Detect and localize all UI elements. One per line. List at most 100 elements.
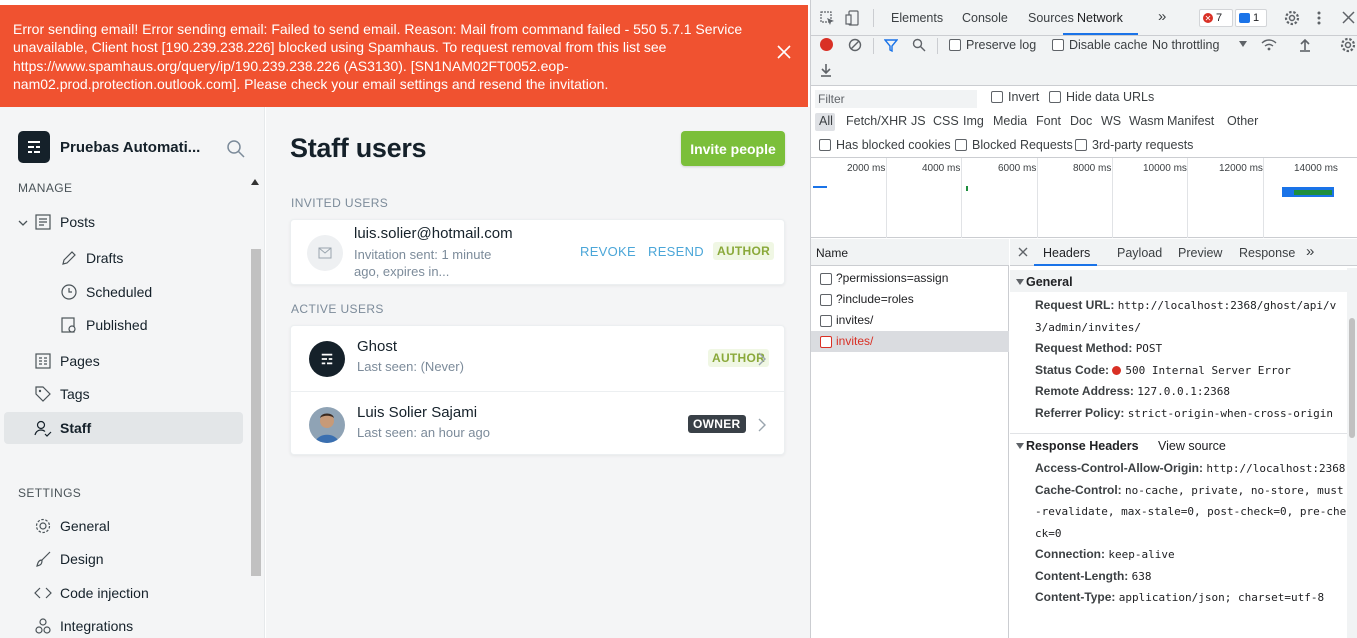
sidebar-item-general[interactable]: General [34, 510, 110, 542]
sidebar-item-tags[interactable]: Tags [34, 378, 90, 410]
type-filter-manifest[interactable]: Manifest [1167, 114, 1214, 128]
tab-elements[interactable]: Elements [891, 11, 943, 25]
disable-cache-checkbox[interactable] [1052, 39, 1064, 51]
preserve-log-checkbox[interactable] [949, 39, 961, 51]
dropdown-arrow-icon[interactable] [1239, 41, 1247, 47]
type-filter-media[interactable]: Media [993, 114, 1027, 128]
invite-people-button[interactable]: Invite people [681, 131, 785, 166]
pencil-icon [60, 249, 78, 267]
settings-gear-icon[interactable] [1284, 10, 1300, 26]
scrollbar-thumb[interactable] [1349, 318, 1355, 438]
tab-headers[interactable]: Headers [1043, 246, 1090, 260]
ghost-admin: Error sending email! Error sending email… [0, 0, 810, 638]
revoke-link[interactable]: REVOKE [580, 244, 636, 259]
filter-input[interactable]: Filter [815, 90, 977, 108]
view-source-link[interactable]: View source [1158, 439, 1226, 453]
type-filter-other[interactable]: Other [1227, 114, 1258, 128]
name-column-header[interactable]: Name [811, 239, 1009, 266]
error-count-badge[interactable]: ✕ 7 [1199, 9, 1233, 27]
filter-icon[interactable] [884, 39, 898, 52]
sidebar-item-published[interactable]: Published [60, 309, 148, 341]
sidebar-item-pages[interactable]: Pages [34, 345, 100, 377]
chevron-right-icon [758, 352, 766, 366]
device-toolbar-icon[interactable] [845, 10, 860, 26]
header-row: Remote Address: 127.0.0.1:2368 [1035, 381, 1347, 403]
tab-payload[interactable]: Payload [1117, 246, 1162, 260]
header-row: Referrer Policy: strict-origin-when-cros… [1035, 403, 1347, 425]
more-tabs-icon[interactable]: » [1158, 8, 1166, 25]
search-icon[interactable] [912, 38, 926, 52]
tab-response[interactable]: Response [1239, 246, 1295, 260]
integrations-icon [34, 617, 52, 635]
hide-data-urls-checkbox[interactable] [1049, 91, 1061, 103]
download-icon[interactable] [820, 63, 832, 77]
type-filter-ws[interactable]: WS [1101, 114, 1121, 128]
type-filter-all[interactable]: All [819, 114, 833, 128]
type-filter-font[interactable]: Font [1036, 114, 1061, 128]
response-headers-section-header[interactable]: Response Headers View source [1010, 433, 1357, 455]
blocked-requests-checkbox[interactable] [955, 139, 967, 151]
request-row-selected[interactable]: invites/ [811, 331, 1009, 352]
invert-checkbox[interactable] [991, 91, 1003, 103]
request-row[interactable]: invites/ [811, 310, 1009, 331]
type-filter-img[interactable]: Img [963, 114, 984, 128]
general-section-header[interactable]: General [1010, 270, 1357, 292]
scrollbar-thumb[interactable] [251, 249, 261, 576]
throttling-select[interactable]: No throttling [1152, 38, 1219, 52]
more-tabs-icon[interactable]: » [1306, 243, 1314, 260]
network-toolbar: Preserve log Disable cache No throttling [811, 36, 1357, 86]
inspect-element-icon[interactable] [820, 11, 835, 26]
site-brand[interactable]: Pruebas Automati... [18, 131, 200, 163]
user-row-ghost[interactable]: Ghost Last seen: (Never) AUTHOR [291, 326, 784, 392]
sidebar-item-staff[interactable]: Staff [34, 412, 91, 444]
sidebar-item-integrations[interactable]: Integrations [34, 610, 133, 638]
record-button[interactable] [820, 38, 833, 51]
type-filter-js[interactable]: JS [911, 114, 926, 128]
more-options-icon[interactable] [1316, 10, 1322, 26]
header-value: http://localhost:2368 [1206, 462, 1346, 475]
message-count: 1 [1253, 12, 1260, 24]
close-devtools-icon[interactable] [1342, 11, 1355, 24]
sidebar-item-design[interactable]: Design [34, 543, 104, 575]
sidebar-item-drafts[interactable]: Drafts [60, 242, 123, 274]
request-row[interactable]: ?permissions=assign [811, 268, 1009, 289]
header-key: Content-Length: [1035, 568, 1129, 583]
upload-icon[interactable] [1299, 38, 1311, 52]
request-row[interactable]: ?include=roles [811, 289, 1009, 310]
header-key: Status Code: [1035, 362, 1110, 377]
tab-preview[interactable]: Preview [1178, 246, 1222, 260]
devtools-tab-bar: Elements Console Sources Network » ✕ 7 1 [811, 0, 1357, 36]
search-icon[interactable] [226, 139, 246, 159]
network-settings-icon[interactable] [1340, 37, 1356, 53]
has-blocked-cookies-checkbox[interactable] [819, 139, 831, 151]
close-icon[interactable] [1018, 247, 1028, 257]
network-timeline[interactable]: 2000 ms 4000 ms 6000 ms 8000 ms 10000 ms… [811, 158, 1357, 238]
sidebar-scrollbar[interactable] [249, 177, 262, 637]
type-filter-css[interactable]: CSS [933, 114, 959, 128]
user-row-luis[interactable]: Luis Solier Sajami Last seen: an hour ag… [291, 392, 784, 458]
request-checkbox [820, 315, 832, 327]
tab-sources[interactable]: Sources [1028, 11, 1074, 25]
scroll-up-icon[interactable] [251, 179, 259, 185]
type-filter-wasm[interactable]: Wasm [1129, 114, 1164, 128]
expand-triangle-icon [1016, 443, 1024, 449]
type-filter-doc[interactable]: Doc [1070, 114, 1092, 128]
tab-console[interactable]: Console [962, 11, 1008, 25]
sidebar-item-code-injection[interactable]: Code injection [34, 577, 149, 609]
details-scrollbar[interactable] [1347, 268, 1357, 638]
tab-network[interactable]: Network [1077, 11, 1123, 25]
network-conditions-icon[interactable] [1261, 38, 1277, 52]
message-count-badge[interactable]: 1 [1235, 9, 1267, 27]
header-key: Connection: [1035, 547, 1105, 561]
role-badge: OWNER [688, 415, 746, 433]
clear-icon[interactable] [848, 38, 862, 52]
envelope-icon [307, 235, 343, 271]
type-filter-fetch-xhr[interactable]: Fetch/XHR [846, 114, 907, 128]
resend-link[interactable]: RESEND [648, 244, 704, 259]
timeline-label: 2000 ms [847, 163, 886, 174]
sidebar-item-posts[interactable]: Posts [34, 206, 95, 238]
third-party-checkbox[interactable] [1075, 139, 1087, 151]
close-icon[interactable] [776, 44, 792, 60]
chevron-down-icon[interactable] [17, 217, 29, 229]
sidebar-item-scheduled[interactable]: Scheduled [60, 276, 152, 308]
